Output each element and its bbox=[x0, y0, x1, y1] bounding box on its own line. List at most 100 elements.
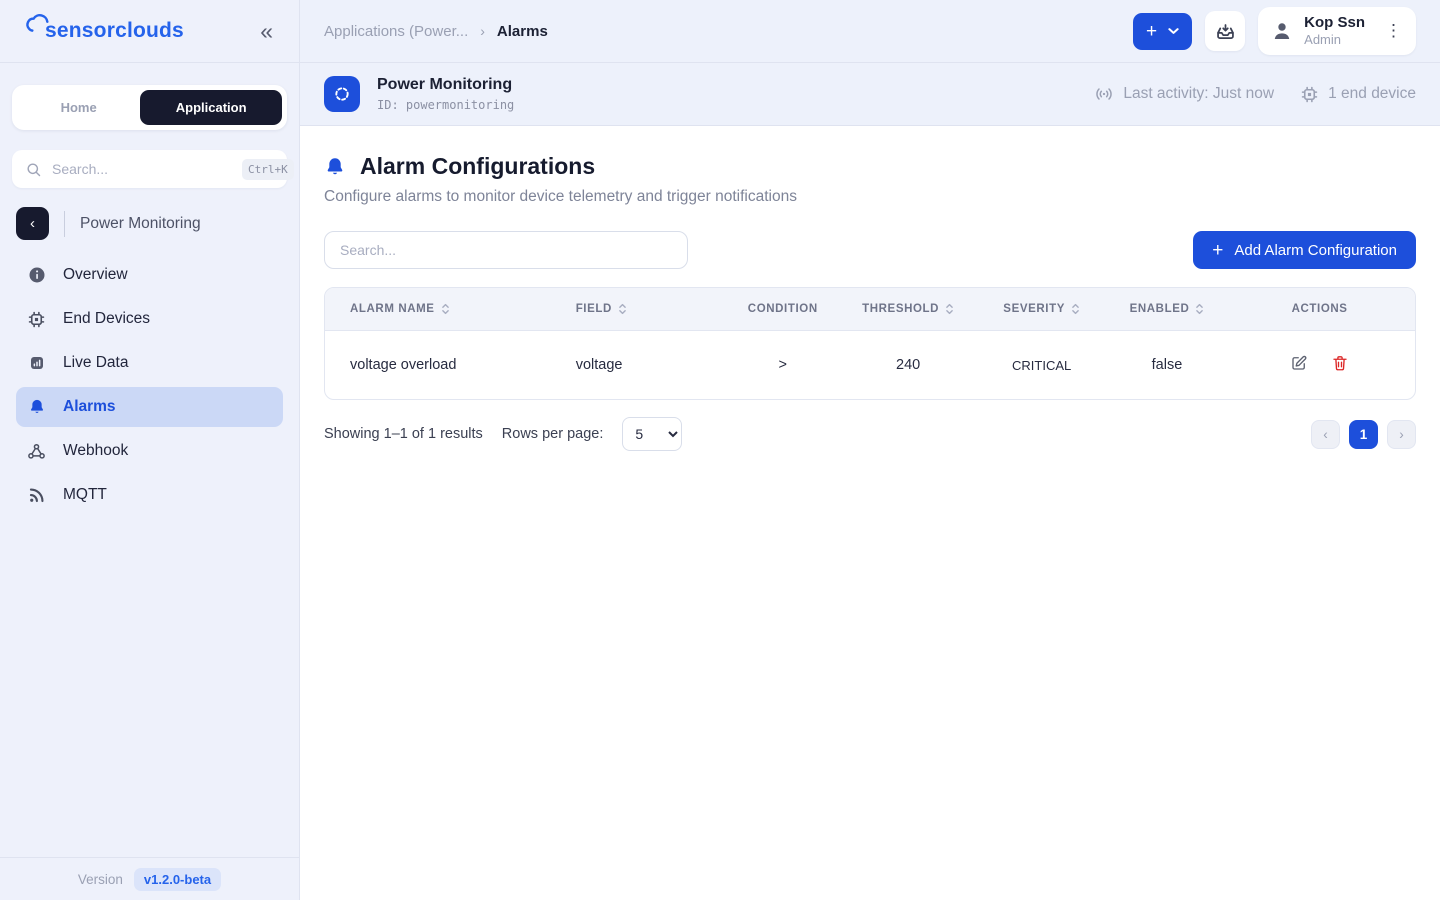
column-header-field[interactable]: FIELD bbox=[576, 288, 723, 331]
main-area: Applications (Power... › Alarms + bbox=[300, 0, 1440, 900]
edit-icon bbox=[1290, 354, 1308, 372]
last-activity-text: Last activity: Just now bbox=[1123, 85, 1274, 103]
search-shortcut-badge: Ctrl+K bbox=[242, 159, 294, 180]
column-header-condition: CONDITION bbox=[723, 288, 843, 331]
delete-alarm-button[interactable] bbox=[1331, 354, 1349, 372]
page-number: 1 bbox=[1360, 427, 1368, 442]
sidebar: sensorclouds « Home Application Ctrl+K ‹… bbox=[0, 0, 300, 900]
add-alarm-configuration-button[interactable]: + Add Alarm Configuration bbox=[1193, 231, 1416, 269]
topbar: Applications (Power... › Alarms + bbox=[300, 0, 1440, 63]
sidebar-item-label: MQTT bbox=[63, 486, 107, 504]
page-subtitle: Configure alarms to monitor device telem… bbox=[324, 188, 1416, 206]
end-device-count: 1 end device bbox=[1300, 85, 1416, 104]
sidebar-search: Ctrl+K bbox=[12, 150, 287, 188]
chevron-left-icon: ‹ bbox=[1323, 427, 1328, 442]
page-1-button[interactable]: 1 bbox=[1349, 420, 1378, 449]
column-label: ENABLED bbox=[1130, 303, 1190, 315]
page-title: Alarm Configurations bbox=[360, 153, 595, 180]
alarms-table: ALARM NAME FIELD bbox=[324, 287, 1416, 400]
sort-icon bbox=[618, 302, 627, 316]
user-menu[interactable]: Kop Ssn Admin ⋮ bbox=[1258, 7, 1416, 55]
breadcrumb-applications[interactable]: Applications (Power... bbox=[324, 23, 468, 40]
last-activity: Last activity: Just now bbox=[1094, 84, 1274, 104]
topbar-actions: + bbox=[1133, 7, 1416, 55]
sidebar-item-live-data[interactable]: Live Data bbox=[16, 343, 283, 383]
edit-alarm-button[interactable] bbox=[1290, 354, 1308, 372]
back-button[interactable]: ‹ bbox=[16, 207, 49, 240]
previous-page-button[interactable]: ‹ bbox=[1311, 420, 1340, 449]
context-divider bbox=[64, 211, 65, 237]
application-title: Power Monitoring bbox=[377, 76, 514, 94]
sidebar-collapse-button[interactable]: « bbox=[256, 18, 277, 45]
sidebar-item-mqtt[interactable]: MQTT bbox=[16, 475, 283, 515]
end-device-count-text: 1 end device bbox=[1328, 85, 1416, 103]
application-header-band: Power Monitoring ID: powermonitoring Las… bbox=[300, 63, 1440, 126]
app-logo: sensorclouds bbox=[22, 18, 184, 44]
tab-home[interactable]: Home bbox=[17, 90, 140, 125]
table-header-row: ALARM NAME FIELD bbox=[325, 288, 1415, 331]
table-row: voltage overload voltage > 240 CRITICAL … bbox=[325, 331, 1415, 400]
column-header-alarm-name[interactable]: ALARM NAME bbox=[325, 288, 576, 331]
cell-enabled: false bbox=[1110, 331, 1224, 400]
cell-condition: > bbox=[723, 331, 843, 400]
breadcrumb: Applications (Power... › Alarms bbox=[324, 23, 548, 40]
table-footer: Showing 1–1 of 1 results Rows per page: … bbox=[324, 417, 1416, 451]
cell-field: voltage bbox=[576, 331, 723, 400]
user-name: Kop Ssn bbox=[1304, 14, 1365, 31]
application-meta: Last activity: Just now 1 end device bbox=[1094, 84, 1416, 104]
sidebar-item-alarms[interactable]: Alarms bbox=[16, 387, 283, 427]
next-page-button[interactable]: › bbox=[1387, 420, 1416, 449]
chevron-right-icon: › bbox=[1399, 427, 1404, 442]
chip-icon bbox=[27, 310, 46, 329]
bar-chart-icon bbox=[27, 354, 46, 373]
bell-icon bbox=[324, 156, 346, 178]
table-controls: + Add Alarm Configuration bbox=[324, 231, 1416, 269]
chip-icon bbox=[1300, 85, 1319, 104]
sort-icon bbox=[441, 302, 450, 316]
tab-application[interactable]: Application bbox=[140, 90, 282, 125]
rows-per-page-label: Rows per page: bbox=[502, 426, 604, 442]
user-kebab-menu-button[interactable]: ⋮ bbox=[1375, 15, 1412, 47]
chevron-down-icon bbox=[1168, 27, 1179, 35]
app-root: sensorclouds « Home Application Ctrl+K ‹… bbox=[0, 0, 1440, 900]
results-summary: Showing 1–1 of 1 results bbox=[324, 426, 483, 442]
page-content: Alarm Configurations Configure alarms to… bbox=[300, 126, 1440, 900]
column-header-threshold[interactable]: THRESHOLD bbox=[843, 288, 974, 331]
sidebar-item-label: Alarms bbox=[63, 398, 116, 416]
sidebar-item-label: Overview bbox=[63, 266, 128, 284]
info-icon bbox=[27, 266, 46, 285]
sidebar-search-input[interactable] bbox=[52, 161, 233, 177]
sidebar-item-end-devices[interactable]: End Devices bbox=[16, 299, 283, 339]
chevron-left-icon: ‹ bbox=[30, 215, 35, 232]
webhook-icon bbox=[27, 442, 46, 461]
version-badge: v1.2.0-beta bbox=[134, 868, 221, 891]
column-header-enabled[interactable]: ENABLED bbox=[1110, 288, 1224, 331]
rss-icon bbox=[27, 486, 46, 505]
version-label: Version bbox=[78, 872, 123, 887]
breadcrumb-alarms: Alarms bbox=[497, 23, 548, 40]
inbox-button[interactable] bbox=[1205, 11, 1245, 51]
cell-actions bbox=[1224, 331, 1415, 400]
rows-per-page-select[interactable]: 5 bbox=[622, 417, 682, 451]
sidebar-footer: Version v1.2.0-beta bbox=[0, 857, 299, 900]
alarm-search-input[interactable] bbox=[324, 231, 688, 269]
column-header-severity[interactable]: SEVERITY bbox=[974, 288, 1110, 331]
column-label: CONDITION bbox=[748, 303, 818, 315]
app-context-label: Power Monitoring bbox=[80, 215, 201, 233]
sort-icon bbox=[1195, 302, 1204, 316]
sort-icon bbox=[1071, 302, 1080, 316]
sidebar-item-label: End Devices bbox=[63, 310, 150, 328]
pagination-info: Showing 1–1 of 1 results Rows per page: … bbox=[324, 417, 682, 451]
bell-icon bbox=[27, 398, 46, 417]
sidebar-mode-tabs: Home Application bbox=[12, 85, 287, 130]
inbox-tray-icon bbox=[1215, 21, 1236, 42]
cell-alarm-name: voltage overload bbox=[325, 331, 576, 400]
cloud-logo-icon bbox=[22, 18, 45, 44]
create-dropdown-button[interactable]: + bbox=[1133, 13, 1192, 50]
sidebar-item-overview[interactable]: Overview bbox=[16, 255, 283, 295]
search-icon bbox=[24, 160, 43, 179]
sidebar-item-webhook[interactable]: Webhook bbox=[16, 431, 283, 471]
column-label: THRESHOLD bbox=[862, 303, 939, 315]
sidebar-nav: Overview End Devices Live Data Alarms bbox=[16, 255, 283, 519]
sidebar-item-label: Webhook bbox=[63, 442, 128, 460]
